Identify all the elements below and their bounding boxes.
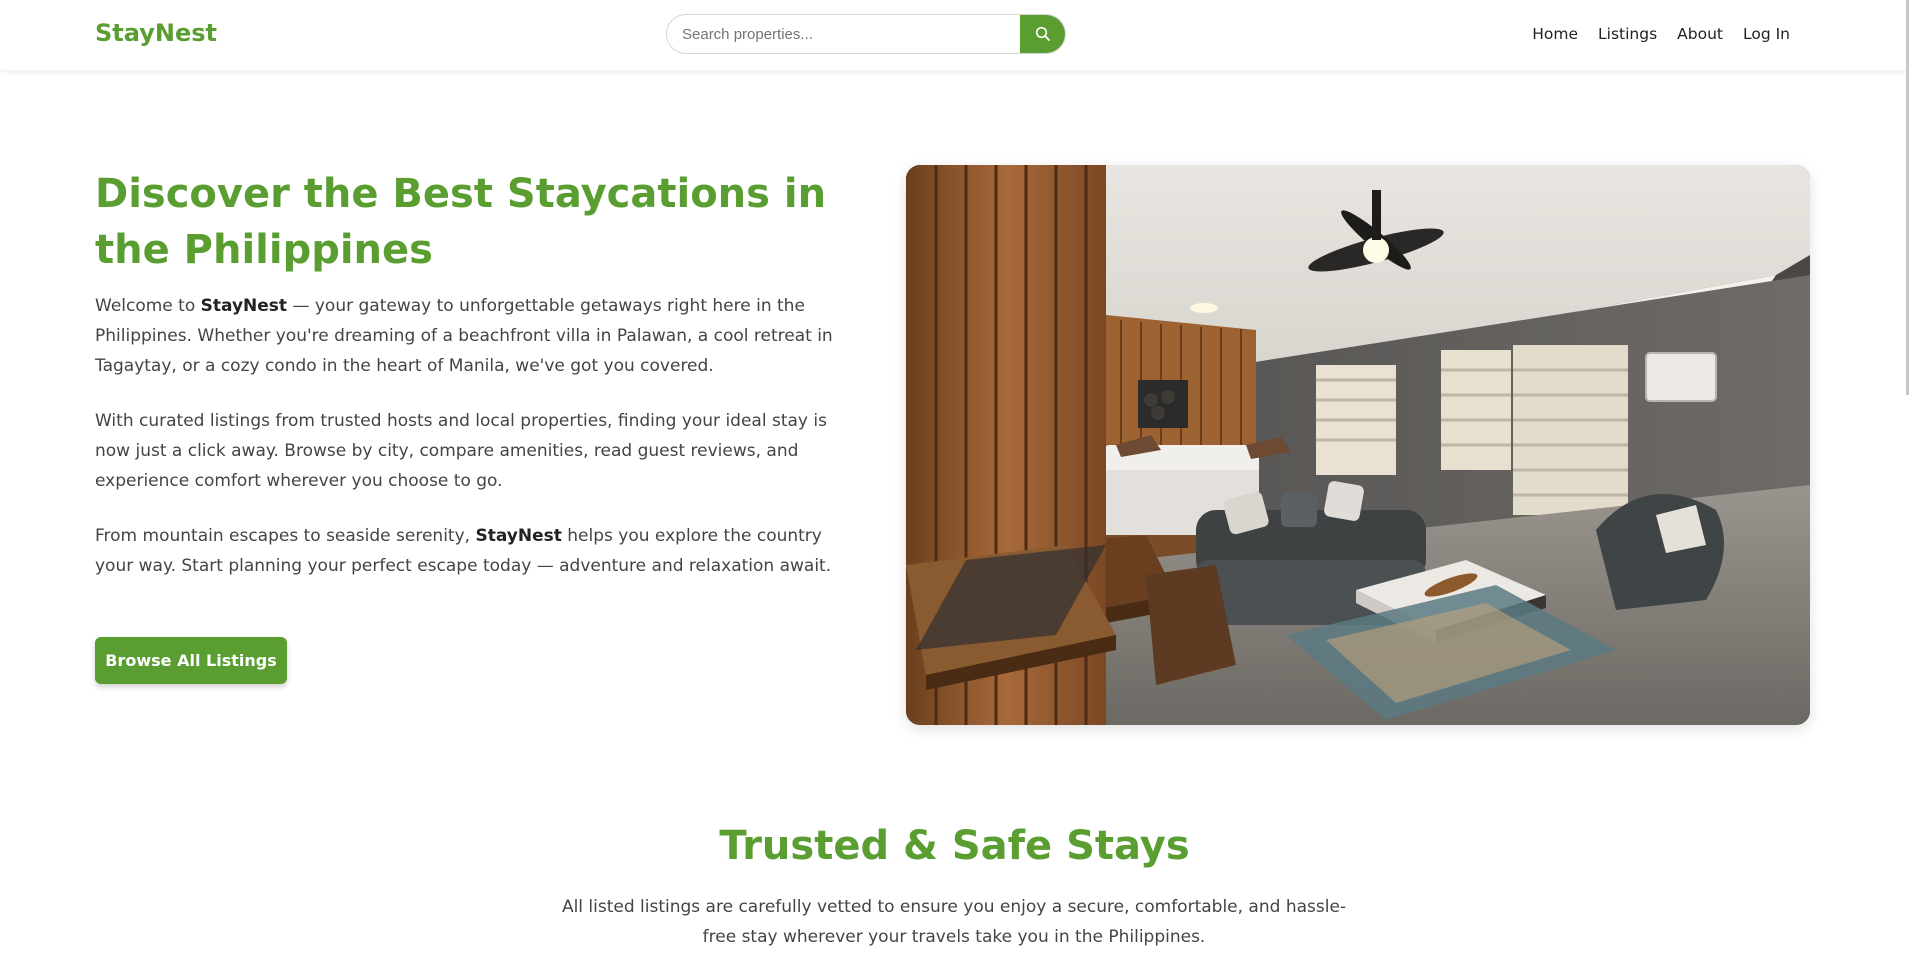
hero-paragraph-welcome: Welcome to StayNest — your gateway to un… (95, 296, 833, 376)
trusted-section-text: All listed listings are carefully vetted… (561, 897, 1347, 947)
search-bar (666, 14, 1066, 54)
brand-mention: StayNest (475, 526, 562, 546)
trusted-section-title: Trusted & Safe Stays (719, 823, 1190, 869)
search-icon (1035, 26, 1050, 41)
search-input[interactable] (667, 15, 1020, 53)
brand-mention: StayNest (200, 296, 288, 316)
hero-room-image (906, 165, 1810, 725)
main-nav: Home Listings About Log In (1532, 25, 1790, 43)
nav-login[interactable]: Log In (1743, 25, 1790, 43)
nav-about[interactable]: About (1677, 25, 1723, 43)
hero-paragraph-listings: With curated listings from trusted hosts… (95, 411, 827, 491)
nav-home[interactable]: Home (1532, 25, 1578, 43)
hero-paragraph-explore: From mountain escapes to seaside serenit… (95, 526, 832, 576)
browse-listings-button[interactable]: Browse All Listings (95, 637, 287, 684)
search-button[interactable] (1020, 15, 1065, 53)
nav-listings[interactable]: Listings (1598, 25, 1657, 43)
brand-logo[interactable]: StayNest (95, 19, 217, 47)
hero-title: Discover the Best Staycations in the Phi… (95, 171, 827, 273)
top-navbar: StayNest Home Listings About Log In (0, 0, 1909, 70)
